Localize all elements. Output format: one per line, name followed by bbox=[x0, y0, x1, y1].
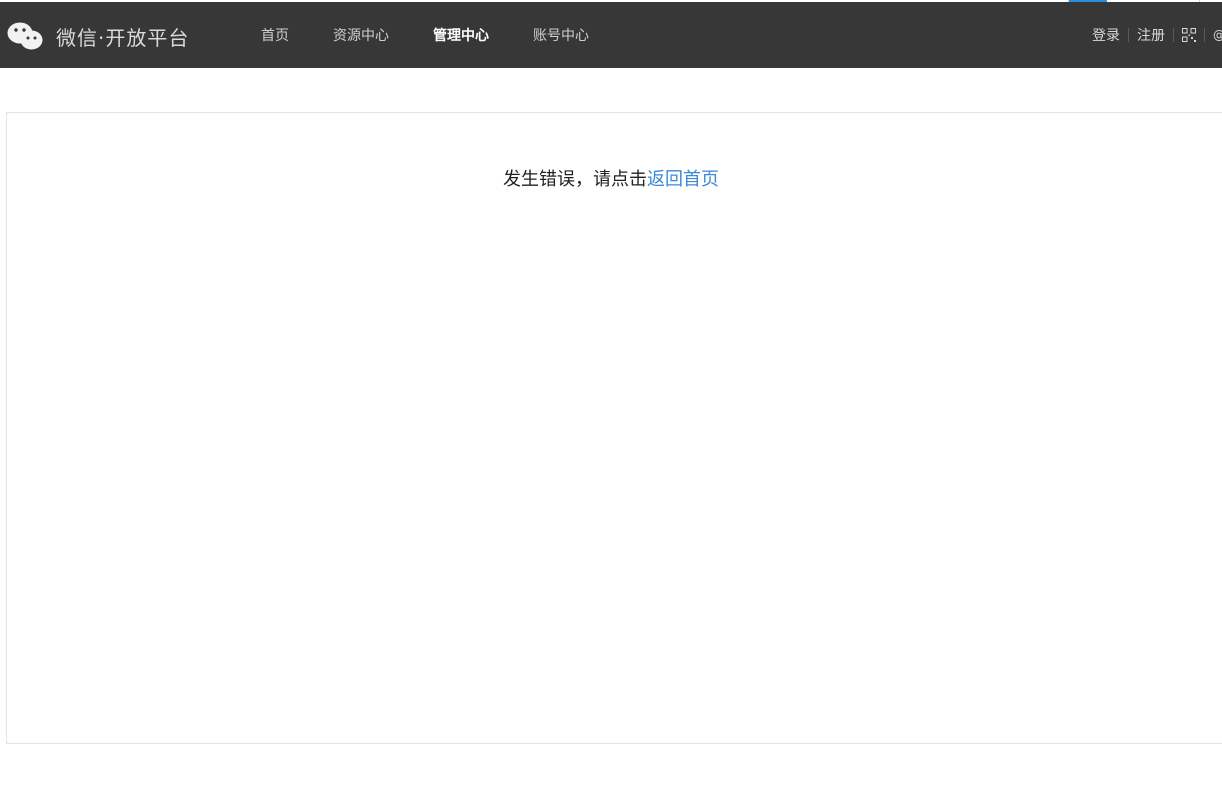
nav-resource-center[interactable]: 资源中心 bbox=[333, 25, 389, 45]
nav-home[interactable]: 首页 bbox=[261, 25, 289, 45]
content-panel bbox=[6, 112, 1222, 744]
at-icon[interactable]: @ bbox=[1213, 28, 1222, 42]
nav-management-center[interactable]: 管理中心 bbox=[433, 25, 489, 45]
register-link[interactable]: 注册 bbox=[1137, 25, 1165, 45]
divider bbox=[1128, 28, 1129, 42]
divider bbox=[1204, 28, 1205, 42]
brand-title[interactable]: 微信·开放平台 bbox=[56, 22, 189, 51]
nav-account-center[interactable]: 账号中心 bbox=[533, 25, 589, 45]
wechat-logo-icon[interactable] bbox=[6, 20, 44, 52]
error-text: 发生错误，请点击 bbox=[503, 169, 647, 190]
divider bbox=[1173, 28, 1174, 42]
error-message: 发生错误，请点击返回首页 bbox=[0, 165, 1222, 191]
top-navigation-bar: 微信·开放平台 首页 资源中心 管理中心 账号中心 登录 注册 @ bbox=[0, 2, 1222, 68]
account-links: 登录 注册 @ bbox=[1092, 2, 1222, 68]
qr-code-icon[interactable] bbox=[1182, 28, 1196, 42]
login-link[interactable]: 登录 bbox=[1092, 25, 1120, 45]
return-home-link[interactable]: 返回首页 bbox=[647, 169, 719, 190]
main-nav: 首页 资源中心 管理中心 账号中心 bbox=[240, 2, 633, 68]
